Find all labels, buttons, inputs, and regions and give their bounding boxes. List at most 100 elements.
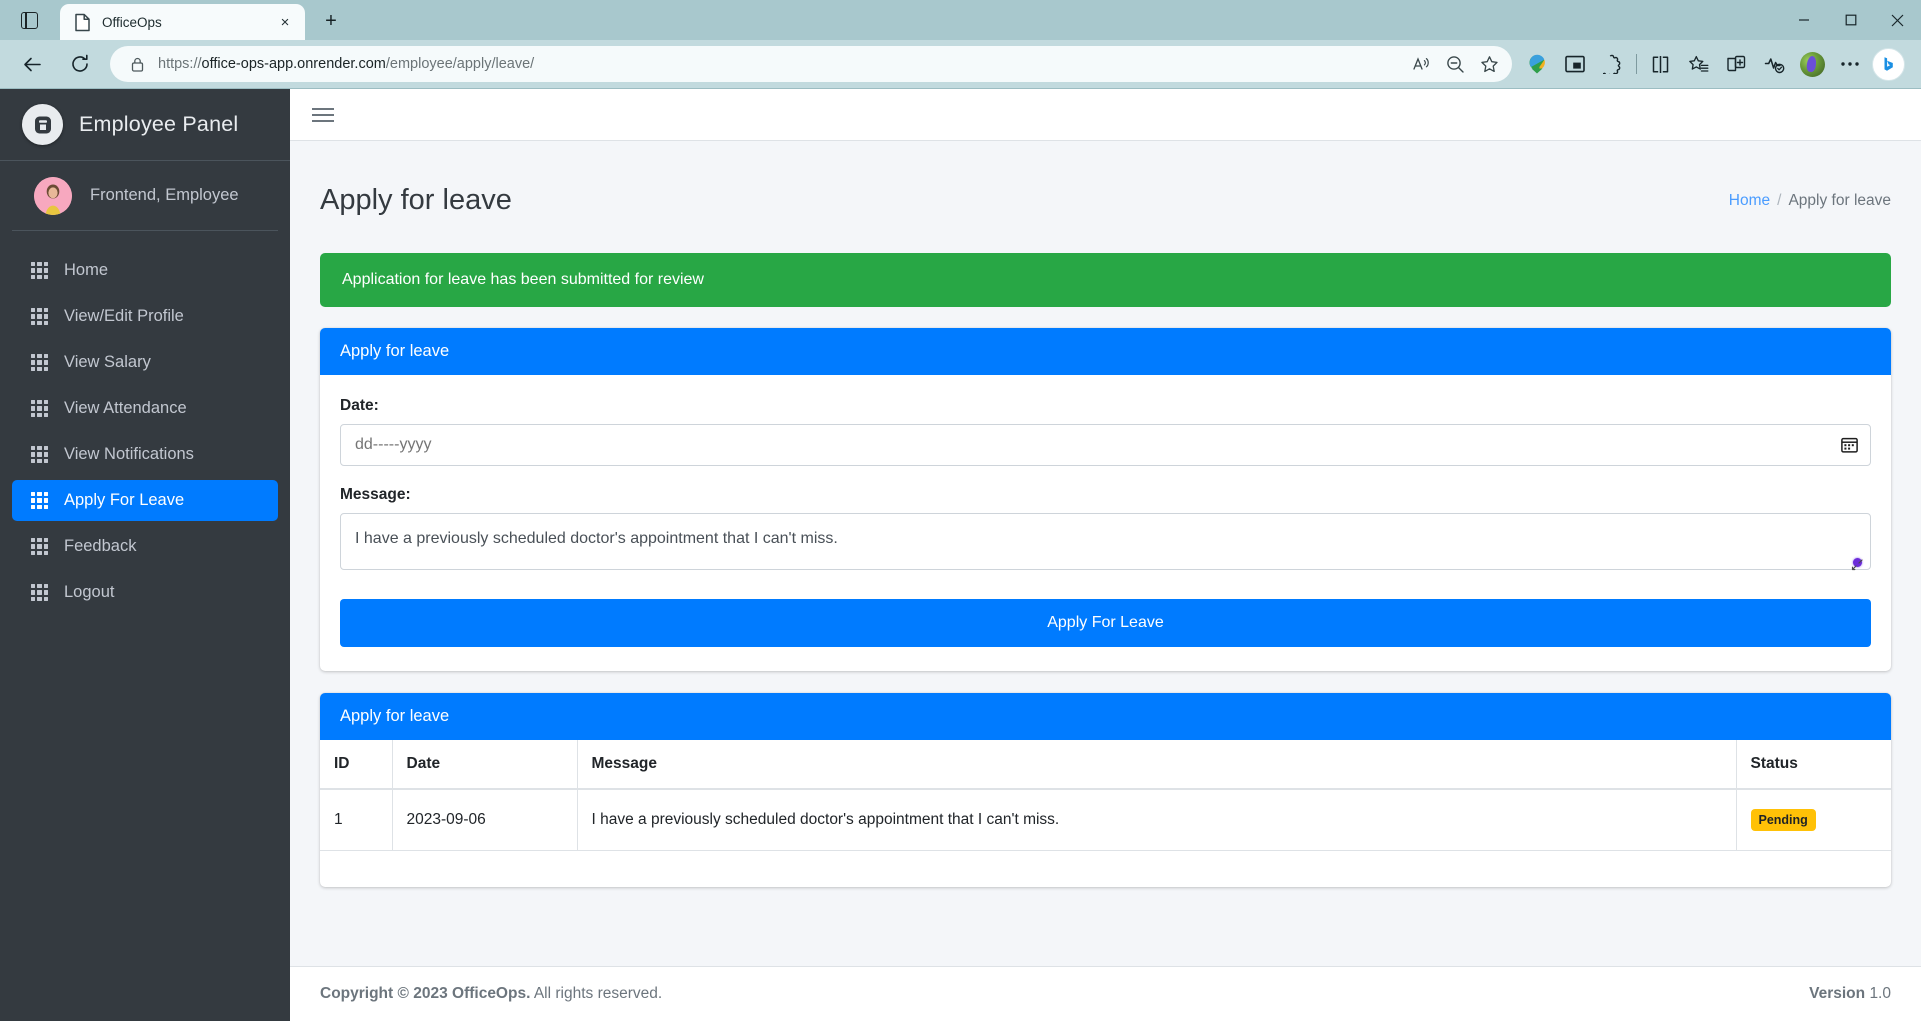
breadcrumb-current: Apply for leave [1788, 191, 1891, 209]
cell-status: Pending [1736, 788, 1891, 851]
column-header-message: Message [577, 739, 1737, 790]
copilot-icon[interactable] [1869, 46, 1907, 82]
officeops-logo-icon [22, 104, 63, 145]
page-footer: Copyright © 2023 OfficeOps. All rights r… [290, 966, 1921, 1021]
table-row[interactable]: 1 2023-09-06 I have a previously schedul… [320, 788, 1891, 851]
apply-for-leave-submit-button[interactable]: Apply For Leave [340, 598, 1871, 647]
cell-id: 1 [320, 788, 393, 851]
sidebar-brand[interactable]: Employee Panel [0, 89, 290, 161]
url-text: https://office-ops-app.onrender.com/empl… [158, 56, 535, 72]
extensions-icon[interactable] [1594, 46, 1632, 82]
cell-message: I have a previously scheduled doctor's a… [577, 788, 1737, 851]
profile-avatar[interactable] [1793, 46, 1831, 82]
sidebar-nav: Home View/Edit Profile View Salary View … [0, 231, 290, 618]
collections-icon[interactable] [1717, 46, 1755, 82]
maximize-button[interactable] [1827, 0, 1874, 40]
date-field-wrapper [340, 423, 1871, 466]
page-header: Apply for leave Home / Apply for leave [290, 141, 1921, 253]
window-close-button[interactable] [1874, 0, 1921, 40]
picture-in-picture-icon[interactable] [1556, 46, 1594, 82]
sidebar-item-feedback[interactable]: Feedback [12, 526, 278, 567]
footer-copyright-strong: Copyright © 2023 OfficeOps. [320, 985, 531, 1002]
sidebar-item-label: View/Edit Profile [64, 307, 184, 326]
sidebar-item-apply-for-leave[interactable]: Apply For Leave [12, 480, 278, 521]
card-header-title: Apply for leave [320, 327, 1891, 375]
toolbar-icons [1518, 46, 1913, 82]
column-header-date: Date [392, 739, 578, 790]
browser-toolbar: https://office-ops-app.onrender.com/empl… [0, 40, 1921, 88]
sidebar-item-label: Logout [64, 583, 115, 602]
top-navbar [290, 89, 1921, 141]
sidebar-item-label: View Attendance [64, 399, 187, 418]
sidebar: Employee Panel Frontend, Employee Home V… [0, 89, 290, 1021]
sidebar-item-home[interactable]: Home [12, 250, 278, 291]
browser-essentials-icon[interactable] [1755, 46, 1793, 82]
reload-icon[interactable] [62, 46, 98, 82]
message-textarea[interactable] [340, 512, 1871, 570]
grid-icon [31, 308, 48, 325]
footer-copyright: Copyright © 2023 OfficeOps. All rights r… [320, 985, 662, 1003]
close-icon[interactable]: × [273, 10, 297, 34]
tab-search-icon[interactable] [8, 3, 50, 37]
sidebar-item-label: Apply For Leave [64, 491, 185, 510]
toolbar-divider [1636, 54, 1637, 74]
split-screen-icon[interactable] [1641, 46, 1679, 82]
breadcrumb-home-link[interactable]: Home [1729, 192, 1770, 209]
lock-icon [126, 57, 148, 72]
sidebar-user-panel[interactable]: Frontend, Employee [12, 161, 278, 231]
sidebar-item-label: Home [64, 261, 109, 280]
browser-tab-officeops[interactable]: OfficeOps × [60, 4, 305, 40]
avatar [34, 176, 72, 215]
favorites-icon[interactable] [1679, 46, 1717, 82]
table-head: ID Date Message Status [320, 739, 1891, 790]
sidebar-item-label: Feedback [64, 537, 137, 556]
sidebar-item-logout[interactable]: Logout [12, 572, 278, 613]
leave-table: ID Date Message Status 1 2023-09-06 I ha… [320, 739, 1891, 851]
grid-icon [31, 262, 48, 279]
sidebar-item-view-attendance[interactable]: View Attendance [12, 388, 278, 429]
breadcrumb: Home / Apply for leave [1729, 192, 1891, 210]
favorite-star-icon[interactable] [1472, 49, 1506, 79]
sidebar-item-view-salary[interactable]: View Salary [12, 342, 278, 383]
minimize-button[interactable] [1780, 0, 1827, 40]
settings-more-icon[interactable] [1831, 46, 1869, 82]
sidebar-brand-title: Employee Panel [79, 112, 239, 136]
grid-icon [31, 584, 48, 601]
page-icon [74, 13, 91, 32]
page-viewport: Employee Panel Frontend, Employee Home V… [0, 88, 1921, 1021]
grid-icon [31, 446, 48, 463]
message-label: Message: [340, 485, 411, 503]
date-label: Date: [340, 396, 379, 414]
table-footer-spacer [320, 851, 1891, 887]
date-input[interactable] [340, 423, 1871, 466]
calendar-icon[interactable] [1840, 437, 1858, 453]
grid-icon [31, 492, 48, 509]
omnibox-actions [1404, 49, 1506, 79]
card-body: Date: dd-----yyyy Message: I have a prev… [320, 375, 1891, 671]
grammar-assistant-icon[interactable] [1847, 553, 1867, 573]
status-badge: Pending [1750, 808, 1816, 831]
footer-version-label: Version [1809, 985, 1866, 1002]
read-aloud-icon[interactable] [1404, 49, 1438, 79]
main-content: Apply for leave Home / Apply for leave App… [290, 89, 1921, 1021]
zoom-out-icon[interactable] [1438, 49, 1472, 79]
sidebar-item-view-edit-profile[interactable]: View/Edit Profile [12, 296, 278, 337]
sidebar-item-view-notifications[interactable]: View Notifications [12, 434, 278, 475]
sidebar-item-label: View Salary [64, 353, 151, 372]
leave-history-card: Apply for leave ID Date Message Status 1… [320, 692, 1891, 887]
tab-title: OfficeOps [102, 14, 162, 30]
grid-icon [31, 354, 48, 371]
main-body: Application for leave has been submitted… [290, 252, 1921, 909]
download-manager-icon[interactable] [1518, 46, 1556, 82]
new-tab-button[interactable]: + [315, 5, 347, 37]
hamburger-icon[interactable] [312, 107, 334, 122]
page-title: Apply for leave [320, 184, 512, 217]
footer-version-value: 1.0 [1869, 985, 1891, 1002]
address-bar[interactable]: https://office-ops-app.onrender.com/empl… [110, 46, 1512, 82]
window-controls [1780, 0, 1921, 40]
back-icon[interactable] [14, 46, 50, 82]
grid-icon [31, 538, 48, 555]
browser-window: OfficeOps × + https://office-ops-app.onr… [0, 0, 1921, 1021]
footer-copyright-rest: All rights reserved. [530, 985, 663, 1002]
success-alert: Application for leave has been submitted… [320, 252, 1891, 307]
